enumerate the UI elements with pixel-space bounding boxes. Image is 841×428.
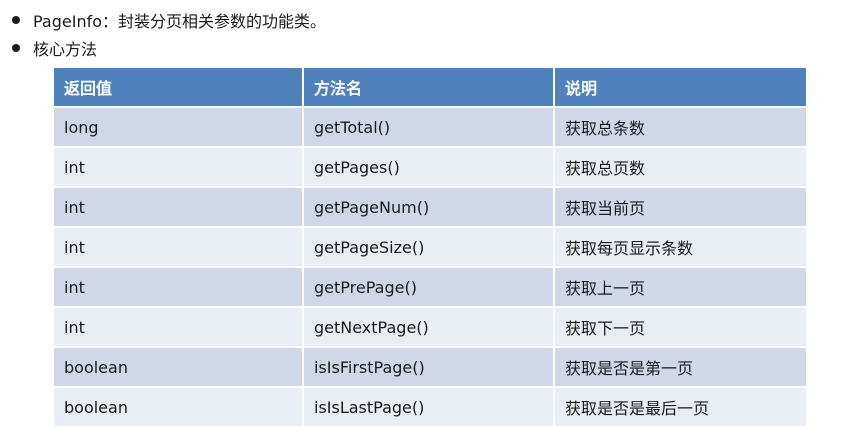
bullet-item-pageinfo: PageInfo：封装分页相关参数的功能类。 <box>12 6 832 34</box>
cell-return-type: int <box>54 148 304 188</box>
header-description: 说明 <box>555 68 806 108</box>
header-return-type: 返回值 <box>54 68 304 108</box>
cell-return-type: boolean <box>54 388 304 428</box>
cell-method-name: getPrePage() <box>304 268 555 308</box>
bullet-text: PageInfo：封装分页相关参数的功能类。 <box>33 12 327 31</box>
cell-return-type: int <box>54 268 304 308</box>
table-row: boolean isIsLastPage() 获取是否是最后一页 <box>54 388 806 428</box>
bullet-list: PageInfo：封装分页相关参数的功能类。 核心方法 <box>12 6 832 62</box>
methods-table-container: 返回值 方法名 说明 long getTotal() 获取总条数 int get… <box>54 68 806 428</box>
table-row: boolean isIsFirstPage() 获取是否是第一页 <box>54 348 806 388</box>
table-row: int getPrePage() 获取上一页 <box>54 268 806 308</box>
bullet-dot-icon <box>12 16 20 24</box>
table-row: long getTotal() 获取总条数 <box>54 108 806 148</box>
cell-description: 获取总页数 <box>555 148 806 188</box>
table-row: int getPageSize() 获取每页显示条数 <box>54 228 806 268</box>
cell-method-name: getPageSize() <box>304 228 555 268</box>
cell-return-type: int <box>54 308 304 348</box>
cell-method-name: getPages() <box>304 148 555 188</box>
cell-description: 获取总条数 <box>555 108 806 148</box>
cell-description: 获取上一页 <box>555 268 806 308</box>
cell-return-type: int <box>54 228 304 268</box>
cell-description: 获取当前页 <box>555 188 806 228</box>
cell-method-name: getPageNum() <box>304 188 555 228</box>
cell-description: 获取每页显示条数 <box>555 228 806 268</box>
cell-description: 获取是否是最后一页 <box>555 388 806 428</box>
bullet-text: 核心方法 <box>33 40 98 59</box>
cell-return-type: int <box>54 188 304 228</box>
cell-return-type: boolean <box>54 348 304 388</box>
table-header-row: 返回值 方法名 说明 <box>54 68 806 108</box>
bullet-dot-icon <box>12 44 20 52</box>
cell-method-name: getTotal() <box>304 108 555 148</box>
cell-method-name: getNextPage() <box>304 308 555 348</box>
table-row: int getNextPage() 获取下一页 <box>54 308 806 348</box>
cell-method-name: isIsFirstPage() <box>304 348 555 388</box>
cell-description: 获取下一页 <box>555 308 806 348</box>
methods-table: 返回值 方法名 说明 long getTotal() 获取总条数 int get… <box>54 68 806 428</box>
cell-return-type: long <box>54 108 304 148</box>
cell-description: 获取是否是第一页 <box>555 348 806 388</box>
cell-method-name: isIsLastPage() <box>304 388 555 428</box>
table-row: int getPages() 获取总页数 <box>54 148 806 188</box>
table-row: int getPageNum() 获取当前页 <box>54 188 806 228</box>
header-method-name: 方法名 <box>304 68 555 108</box>
bullet-item-core-methods: 核心方法 <box>12 34 832 62</box>
